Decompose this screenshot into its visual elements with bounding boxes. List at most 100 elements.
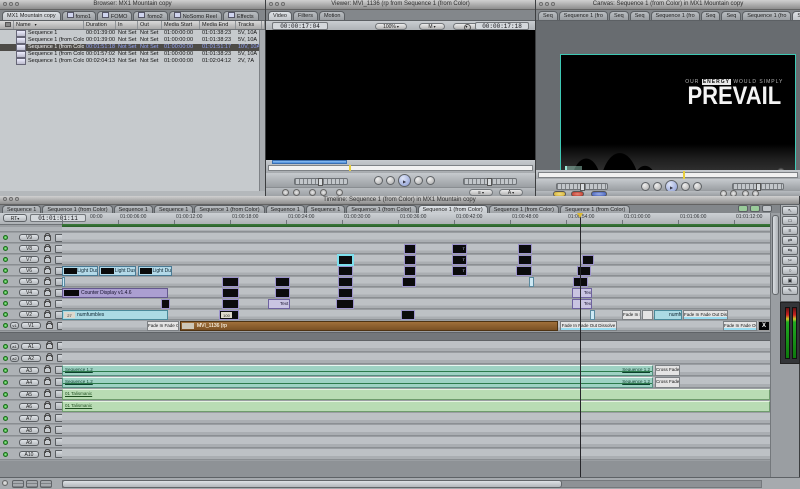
track-lane-V9[interactable] xyxy=(62,233,770,243)
timeline-option-button[interactable] xyxy=(738,205,748,212)
browser-tab[interactable]: NoSomo Reel xyxy=(169,11,222,20)
add-marker-button[interactable] xyxy=(320,189,327,196)
lock-icon[interactable] xyxy=(44,391,51,397)
track-label-button[interactable]: A1 xyxy=(21,343,41,350)
timeline-clip[interactable]: Sequence 1.2Sequence 1.2 xyxy=(62,365,653,376)
track-label-button[interactable]: A2 xyxy=(21,355,41,362)
source-patch-button[interactable]: v1 xyxy=(10,322,19,329)
browser-tab[interactable]: MX1 Mountain copy xyxy=(2,11,61,20)
timeline-clip[interactable] xyxy=(404,266,416,276)
canvas-tab[interactable]: Seq xyxy=(538,11,558,20)
track-label-button[interactable]: A10 xyxy=(19,451,39,458)
row-disclosure[interactable] xyxy=(0,30,14,37)
visible-toggle[interactable] xyxy=(3,290,8,295)
tool-crop-button[interactable]: ▣ xyxy=(782,276,798,285)
tool-pen-button[interactable]: ✎ xyxy=(782,286,798,295)
track-label-button[interactable]: V1 xyxy=(21,322,41,329)
browser-row[interactable]: Sequence 1 (from Color)00:01:51:18Not Se… xyxy=(0,44,265,51)
timeline-clip[interactable] xyxy=(275,288,290,298)
browser-row[interactable]: Sequence 1 (from Color)00:02:04:13Not Se… xyxy=(0,58,265,65)
track-lane-A10[interactable] xyxy=(62,449,770,460)
timeline-clip[interactable] xyxy=(338,277,353,287)
timeline-clip[interactable]: Text xyxy=(572,288,592,298)
timeline-clip[interactable]: Light Dus xyxy=(138,266,172,276)
track-label-button[interactable]: A3 xyxy=(19,367,39,374)
lock-icon[interactable] xyxy=(44,312,51,318)
timeline-clip[interactable] xyxy=(402,277,416,287)
browser-tab[interactable]: fomo1 xyxy=(62,11,96,20)
lock-icon[interactable] xyxy=(44,257,51,263)
track-label-button[interactable]: A7 xyxy=(19,415,39,422)
lock-icon[interactable] xyxy=(44,415,51,421)
viewer-titlebar[interactable]: Viewer: MVI_1136 (rp from Sequence 1 (fr… xyxy=(266,0,535,10)
timeline-clip[interactable]: Counter Display v1.4.6 xyxy=(62,288,168,298)
lock-icon[interactable] xyxy=(44,279,51,285)
next-edit-button[interactable] xyxy=(681,182,690,191)
tool-zoom-button[interactable]: ○ xyxy=(782,266,798,275)
browser-tab[interactable]: fomo2 xyxy=(133,11,167,20)
canvas-tab[interactable]: Sequence 1 (fro xyxy=(651,11,700,20)
timeline-clip[interactable]: Cross Fade ( xyxy=(655,377,680,388)
shuttle-control[interactable] xyxy=(556,183,608,190)
timeline-scroll-thumb[interactable] xyxy=(62,480,562,488)
timeline-clip[interactable]: T xyxy=(452,266,467,276)
canvas-video-area[interactable]: OUR ENERGY WOULD SIMPLY PREVAIL xyxy=(536,21,800,170)
track-label-button[interactable]: A8 xyxy=(19,427,39,434)
viewer-tab[interactable]: Video xyxy=(268,11,292,20)
timeline-clip[interactable]: Light Dust xyxy=(62,266,98,276)
timeline-clip[interactable]: 100 xyxy=(219,310,239,320)
canvas-tab[interactable]: Seq xyxy=(609,11,629,20)
previous-edit-button[interactable] xyxy=(374,176,383,185)
track-label-button[interactable]: V5 xyxy=(19,278,39,285)
shuttle-control[interactable] xyxy=(463,178,517,185)
canvas-tab[interactable]: Seq xyxy=(701,11,721,20)
audio-controls-toggle[interactable] xyxy=(40,480,52,488)
lock-icon[interactable] xyxy=(44,379,51,385)
timeline-clip[interactable]: Fade In Fade Out Dissolve xyxy=(560,321,617,331)
loop-button[interactable] xyxy=(693,182,702,191)
clip-keyframes-toggle[interactable] xyxy=(2,480,8,486)
audible-toggle[interactable] xyxy=(3,404,8,409)
lock-icon[interactable] xyxy=(44,439,51,445)
visible-toggle[interactable] xyxy=(3,268,8,273)
column-header[interactable]: Out xyxy=(138,21,162,29)
timeline-clip[interactable] xyxy=(161,299,170,309)
timeline-clip[interactable] xyxy=(336,299,354,309)
viewer-playhead-icon[interactable] xyxy=(349,165,351,171)
timeline-clip[interactable] xyxy=(338,288,353,298)
audible-toggle[interactable] xyxy=(3,392,8,397)
timeline-clip[interactable] xyxy=(582,255,594,265)
timeline-clip[interactable] xyxy=(222,277,239,287)
browser-scrollbar[interactable] xyxy=(259,30,265,191)
lock-icon[interactable] xyxy=(44,427,51,433)
column-header[interactable]: Media Start xyxy=(162,21,200,29)
visible-toggle[interactable] xyxy=(3,279,8,284)
window-controls-icon[interactable] xyxy=(3,197,19,201)
lock-icon[interactable] xyxy=(46,343,53,349)
track-lane-V7[interactable] xyxy=(62,255,770,265)
track-label-button[interactable]: V9 xyxy=(19,234,39,241)
track-label-button[interactable]: V8 xyxy=(19,245,39,252)
timeline-clip[interactable] xyxy=(62,277,65,287)
timeline-playhead[interactable] xyxy=(580,213,581,477)
tool-roll-button[interactable]: ⇄ xyxy=(782,236,798,245)
timeline-clip[interactable]: Text xyxy=(572,299,592,309)
play-button[interactable]: ▶ xyxy=(398,174,411,187)
column-header[interactable]: Duration xyxy=(84,21,116,29)
canvas-tab[interactable]: Sequence 1 (fro xyxy=(742,11,791,20)
canvas-tab[interactable]: Sequence 1 (fro xyxy=(559,11,608,20)
canvas-tab[interactable]: Seq xyxy=(721,11,741,20)
browser-row[interactable]: Sequence 100:01:39:00Not SetNot Set01:00… xyxy=(0,30,265,37)
canvas-scrubber[interactable] xyxy=(538,172,798,178)
browser-tab[interactable]: FOMO xyxy=(97,11,133,20)
column-header[interactable]: Media End xyxy=(200,21,236,29)
timeline-clip[interactable]: Cross Fade ( xyxy=(655,365,680,376)
track-lane-V10[interactable] xyxy=(62,227,770,232)
track-lane-A1[interactable] xyxy=(62,341,770,352)
timeline-clip[interactable] xyxy=(222,288,239,298)
track-lane-A9[interactable] xyxy=(62,437,770,448)
column-header[interactable]: Name▾ xyxy=(14,21,84,29)
play-in-to-out-button[interactable] xyxy=(653,182,662,191)
timeline-clip[interactable]: Text xyxy=(268,299,290,309)
track-lane-V4[interactable] xyxy=(62,288,770,298)
